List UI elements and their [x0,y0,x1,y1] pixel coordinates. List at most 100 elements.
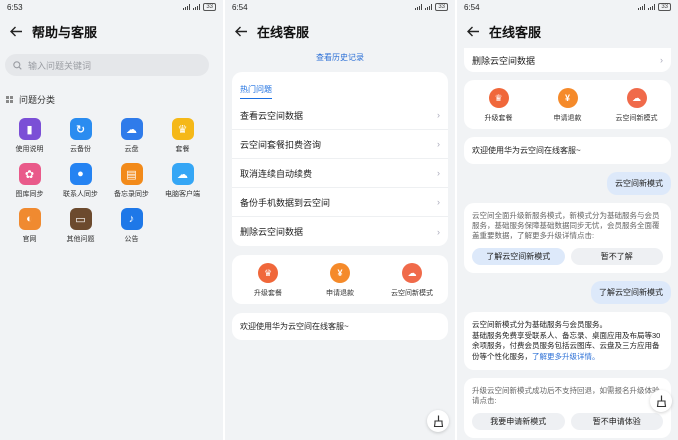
chevron-right-icon: › [437,110,440,120]
category-label: 官网 [22,236,37,243]
question-label: 删除云空间数据 [472,55,536,66]
header: 在线客服 [225,14,455,48]
category-item[interactable]: ▤ 备忘录同步 [106,163,157,199]
service-shortcut[interactable]: ¥ 申请退款 [538,88,598,123]
tab-hot-questions[interactable]: 热门问题 [240,84,272,99]
crown-icon: ♛ [258,263,278,283]
more-details-link[interactable]: 了解更多升级详情。 [532,352,600,361]
category-item[interactable]: ☁ 电脑客户端 [157,163,208,199]
service-label: 升级套餐 [484,115,513,122]
decline-trial-button[interactable]: 暂不申请体验 [570,413,663,430]
document-icon: ▭ [69,208,92,230]
service-shortcut[interactable]: ¥ 申请退款 [310,263,370,298]
page-title: 在线客服 [257,24,310,40]
category-label: 云盘 [124,146,139,153]
section-header: 问题分类 [6,93,223,106]
category-item[interactable]: ◐ 官网 [4,208,55,244]
question-label: 取消连续自动续费 [240,168,313,179]
question-item[interactable]: 云空间套餐扣费咨询 › [232,130,448,159]
broom-icon [433,415,443,427]
service-shortcut[interactable]: ☁ 云空间新模式 [607,88,667,123]
learn-new-mode-button[interactable]: 了解云空间新模式 [472,248,565,265]
service-label: 云空间新模式 [391,290,433,297]
category-item[interactable]: ▭ 其他问题 [55,208,106,244]
back-arrow-icon[interactable] [6,21,26,41]
online-service-chat-screen: 6:54 33 在线客服 删除云空间数据 › ♛ 升级套餐 ¥ 申请退款 ☁ 云空间新模式… [455,0,678,440]
question-list: 查看云空间数据 › 云空间套餐扣费咨询 › 取消连续自动续费 › 备份手机数据到云空间 › 删除… [232,101,448,246]
category-label: 图库同步 [15,191,44,198]
notes-icon: ▤ [120,163,143,185]
cleanup-broom-button[interactable] [427,410,449,432]
cloud-icon: ☁ [402,263,422,283]
question-item[interactable]: 查看云空间数据 › [232,101,448,130]
cleanup-broom-button[interactable] [650,390,672,412]
service-shortcut[interactable]: ☁ 云空间新模式 [382,263,442,298]
help-center-screen: 6:53 33 帮助与客服 输入问题关键词 问题分类 ▮ 使用说明 ↻ 云备份 ☁ 云盘 ♛… [0,0,223,440]
signal-icon [638,4,646,10]
question-item[interactable]: 删除云空间数据 › [464,48,671,72]
chevron-right-icon: › [660,55,663,65]
category-label: 联系人同步 [63,191,98,198]
bot-reply: 云空间新模式分为基础服务与会员服务。 基础服务免费享受联系人、备忘录、桌面应用及… [464,312,671,370]
chevron-right-icon: › [437,226,440,237]
welcome-message: 欢迎使用华为云空间在线客服~ [232,313,448,340]
category-item[interactable]: ↻ 云备份 [55,118,106,154]
service-label: 升级套餐 [254,290,282,297]
status-bar: 6:54 33 [457,0,678,14]
welcome-message: 欢迎使用华为云空间在线客服~ [464,137,671,164]
category-grid: ▮ 使用说明 ↻ 云备份 ☁ 云盘 ♛ 套餐 ✿ 图库同步 ● 联系人同步 ▤ 备忘录同步 ☁ 电脑客户端 ◐ 官… [4,118,223,244]
back-arrow-icon[interactable] [463,21,483,41]
bell-icon: ♪ [120,208,143,230]
page-title: 帮助与客服 [32,24,98,40]
question-item[interactable]: 删除云空间数据 › [232,217,448,246]
category-item[interactable]: ✿ 图库同步 [4,163,55,199]
reply-text: 云空间全面升级新服务模式，新模式分为基础服务与会员服务，基础服务保障基础数据同步… [472,211,660,240]
question-label: 删除云空间数据 [240,227,304,237]
question-item[interactable]: 取消连续自动续费 › [232,159,448,188]
service-shortcut[interactable]: ♛ 升级套餐 [469,88,529,123]
apply-new-mode-button[interactable]: 我要申请新模式 [472,413,565,430]
category-label: 套餐 [175,146,190,153]
category-label: 备忘录同步 [114,191,149,198]
book-icon: ▮ [18,118,41,140]
back-arrow-icon[interactable] [231,21,251,41]
question-item[interactable]: 备份手机数据到云空间 › [232,188,448,217]
category-item[interactable]: ● 联系人同步 [55,163,106,199]
category-item[interactable]: ▮ 使用说明 [4,118,55,154]
question-label: 查看云空间数据 [240,110,304,121]
search-icon [13,60,22,70]
section-label: 问题分类 [19,95,56,105]
status-time: 6:54 [464,2,480,12]
cloud-pc-icon: ☁ [171,163,194,185]
gallery-icon: ✿ [18,163,41,185]
signal-icon [648,4,656,10]
search-placeholder: 输入问题关键词 [28,60,92,71]
question-label: 备份手机数据到云空间 [240,197,331,208]
chevron-right-icon: › [437,168,440,178]
search-input[interactable]: 输入问题关键词 [5,54,209,76]
status-bar: 6:54 33 [225,0,455,14]
history-link[interactable]: 查看历史记录 [225,52,455,63]
category-label: 云备份 [70,146,91,153]
online-service-screen: 6:54 33 在线客服 查看历史记录 热门问题 查看云空间数据 › 云空间套餐扣费… [223,0,455,440]
cloud-drive-icon: ☁ [120,118,143,140]
category-item[interactable]: ☁ 云盘 [106,118,157,154]
category-label: 公告 [124,236,139,243]
cloud-sync-icon: ↻ [69,118,92,140]
chevron-right-icon: › [437,197,440,207]
bot-reply: 云空间全面升级新服务模式，新模式分为基础服务与会员服务，基础服务保障基础数据同步… [464,203,671,273]
category-item[interactable]: ♛ 套餐 [157,118,208,154]
battery-icon: 33 [203,3,216,11]
service-shortcut[interactable]: ♛ 升级套餐 [238,263,298,298]
header: 帮助与客服 [0,14,223,48]
reply-text: 云空间新模式分为基础服务与会员服务。 [472,320,607,329]
category-label: 电脑客户端 [165,191,200,198]
status-time: 6:53 [7,2,23,12]
header: 在线客服 [457,14,678,48]
status-bar: 6:53 33 [0,0,223,14]
refund-icon: ¥ [330,263,350,283]
category-item[interactable]: ♪ 公告 [106,208,157,244]
skip-learn-button[interactable]: 暂不了解 [570,248,663,265]
status-time: 6:54 [232,2,248,12]
reply-text: 升级云空间新模式成功后不支持回退，如需报名升级体验请点击: [472,386,660,405]
